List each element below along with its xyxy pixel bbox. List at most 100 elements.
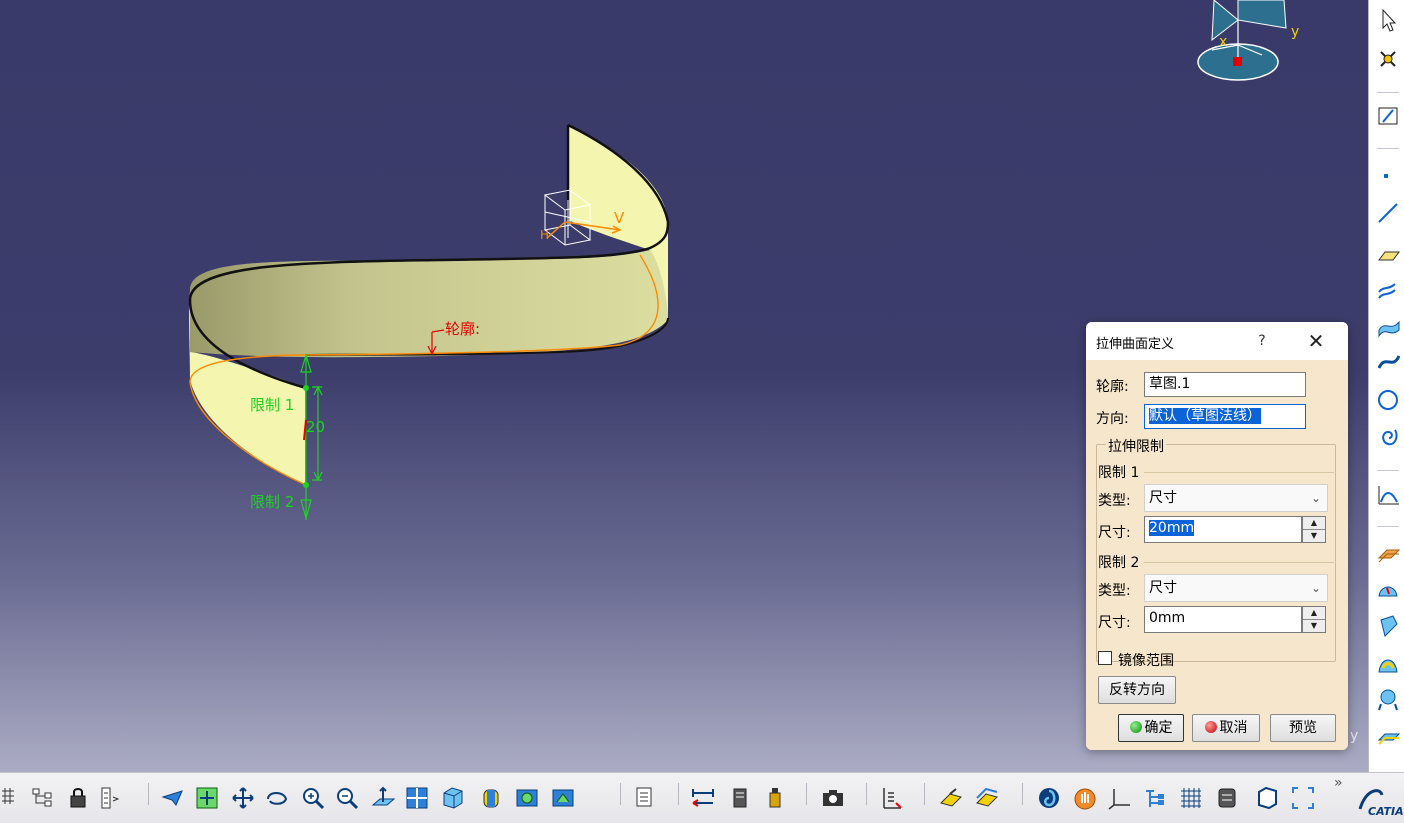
profile-label: 轮廓: [1096, 379, 1129, 395]
grid-plane-icon[interactable] [1178, 785, 1204, 811]
close-button[interactable]: ✕ [1301, 328, 1331, 354]
limit2-size-spinner[interactable]: ▲ ▼ [1302, 606, 1326, 633]
snap-icon[interactable] [1142, 785, 1168, 811]
spin-up-icon[interactable]: ▲ [1303, 607, 1325, 619]
swap-visible-icon[interactable] [550, 785, 576, 811]
spin-icon[interactable] [1036, 785, 1062, 811]
join-icon[interactable] [1375, 722, 1403, 750]
limit1-type-select[interactable]: 尺寸 ⌄ [1144, 484, 1328, 512]
fly-icon[interactable] [160, 785, 186, 811]
iso-view-icon[interactable] [440, 785, 466, 811]
fill-surface-icon[interactable] [1375, 576, 1403, 604]
zoom-in-icon[interactable] [300, 785, 326, 811]
revolve-surface-icon[interactable] [1375, 348, 1403, 376]
grid-icon[interactable] [0, 785, 26, 811]
preview-button[interactable]: 预览 [1270, 714, 1336, 742]
point-icon[interactable] [1375, 162, 1403, 190]
reverse-direction-button[interactable]: 反转方向 [1098, 676, 1176, 704]
toolbar-separator [1377, 148, 1399, 149]
bottom-toolbar: » CATIA [0, 772, 1404, 823]
compass-icon[interactable] [878, 785, 904, 811]
measure-icon[interactable] [690, 785, 716, 811]
toolbar-separator [1377, 92, 1399, 93]
multi-view-icon[interactable] [404, 785, 430, 811]
dialog-titlebar[interactable]: 拉伸曲面定义 ? ✕ [1086, 322, 1348, 360]
hand-icon[interactable] [1072, 785, 1098, 811]
toolbar-separator [866, 783, 867, 805]
axis-h-label: H [540, 228, 550, 242]
pan-icon[interactable] [230, 785, 256, 811]
spin-down-icon[interactable]: ▼ [1303, 529, 1325, 541]
sketch-icon[interactable] [1375, 102, 1403, 130]
right-toolbar [1368, 0, 1404, 772]
curve-analysis-icon[interactable] [1375, 480, 1403, 508]
limit2-divider [1144, 562, 1334, 563]
split-icon[interactable] [1375, 686, 1403, 714]
fit-selection-icon[interactable] [1290, 785, 1316, 811]
profile-field[interactable]: 草图.1 [1144, 372, 1306, 397]
filter-icon[interactable] [98, 785, 124, 811]
extrusion-limits-title: 拉伸限制 [1106, 436, 1166, 456]
axis-system-icon[interactable] [1106, 785, 1132, 811]
catia-logo: CATIA [1356, 779, 1404, 819]
rotate-icon[interactable] [264, 785, 290, 811]
spin-up-icon[interactable]: ▲ [1303, 517, 1325, 529]
apply-material-icon[interactable] [938, 785, 964, 811]
cancel-button[interactable]: 取消 [1192, 714, 1260, 742]
work-on-support-icon[interactable] [1214, 785, 1240, 811]
mass-icon[interactable] [762, 785, 788, 811]
limit2-size-input[interactable]: 0mm [1144, 606, 1302, 633]
plane-icon[interactable] [1375, 240, 1403, 268]
svg-text:CATIA: CATIA [1368, 805, 1404, 818]
direction-field[interactable]: 默认（草图法线） [1144, 404, 1306, 429]
mirror-label[interactable]: 镜像范围 [1118, 650, 1174, 670]
ok-icon [1129, 721, 1142, 733]
lock-icon[interactable] [66, 785, 92, 811]
limit1-type-value: 尺寸 [1149, 490, 1177, 506]
limit2-type-label: 类型: [1098, 583, 1131, 599]
extrude-surface-icon[interactable] [1375, 312, 1403, 340]
limit2-annotation[interactable]: 限制 2 [250, 491, 294, 512]
limit2-type-select[interactable]: 尺寸 ⌄ [1144, 574, 1328, 602]
limit1-size-spinner[interactable]: ▲ ▼ [1302, 516, 1326, 543]
multi-section-surface-icon[interactable] [1375, 540, 1403, 568]
shading-icon[interactable] [478, 785, 504, 811]
limit1-annotation[interactable]: 限制 1 [250, 394, 294, 415]
blend-icon[interactable] [1375, 612, 1403, 640]
help-button[interactable]: ? [1251, 330, 1273, 352]
zoom-out-icon[interactable] [334, 785, 360, 811]
properties-icon[interactable] [632, 785, 658, 811]
select-arrow-icon[interactable] [1375, 6, 1403, 34]
limit1-size-value: 20mm [1149, 520, 1195, 536]
dimension-value[interactable]: 20 [306, 418, 325, 436]
spin-down-icon[interactable]: ▼ [1303, 619, 1325, 631]
quick-select-icon[interactable] [1375, 46, 1403, 74]
toolbar-separator [1022, 783, 1023, 805]
capture-icon[interactable] [820, 785, 846, 811]
line-icon[interactable] [1375, 198, 1403, 226]
circle-icon[interactable] [1375, 386, 1403, 414]
limit1-size-input[interactable]: 20mm [1144, 516, 1302, 543]
cancel-label: 取消 [1219, 720, 1248, 736]
surface-icon[interactable] [1254, 785, 1280, 811]
render-icon[interactable] [974, 785, 1000, 811]
ok-button[interactable]: 确定 [1118, 714, 1184, 742]
dialog-body: 轮廓: 草图.1 方向: 默认（草图法线） 拉伸限制 限制 1 类型: 尺寸 ⌄ … [1086, 360, 1348, 750]
spiral-icon[interactable] [1375, 424, 1403, 452]
offset-surface-icon[interactable] [1375, 276, 1403, 304]
direction-label: 方向: [1096, 411, 1129, 427]
limit2-type-value: 尺寸 [1149, 580, 1177, 596]
tree-icon[interactable] [30, 785, 56, 811]
measure-item-icon[interactable] [728, 785, 754, 811]
limit2-heading: 限制 2 [1098, 555, 1140, 571]
normal-view-icon[interactable] [370, 785, 396, 811]
chevron-down-icon: ⌄ [1310, 491, 1321, 505]
hide-show-icon[interactable] [514, 785, 540, 811]
trim-icon[interactable] [1375, 650, 1403, 678]
toolbar-overflow-chevron[interactable]: » [1334, 775, 1343, 791]
profile-value: 草图.1 [1149, 376, 1191, 392]
limit1-size-label: 尺寸: [1098, 525, 1131, 541]
mirror-checkbox[interactable] [1098, 651, 1112, 665]
fit-all-icon[interactable] [194, 785, 220, 811]
chevron-down-icon: ⌄ [1310, 581, 1321, 595]
